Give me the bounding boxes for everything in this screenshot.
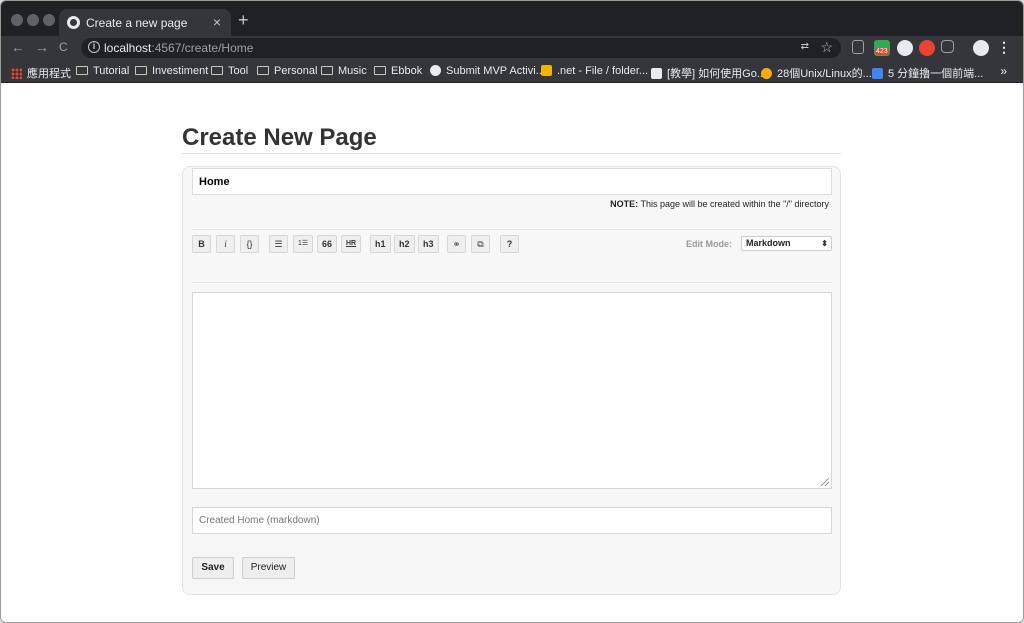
active-tab[interactable]: Create a new page × [59, 9, 231, 36]
site-icon [872, 68, 883, 79]
pocket-icon[interactable] [941, 40, 954, 53]
profile-avatar[interactable] [973, 40, 989, 56]
browser-toolbar: ← → C i localhost:4567/create/Home ⇄ ☆ 4… [1, 36, 1023, 60]
folder-icon [321, 66, 333, 75]
info-icon[interactable]: i [88, 41, 100, 53]
horizontal-rule-button[interactable]: HR [341, 235, 362, 253]
heading3-button[interactable]: h3 [418, 235, 439, 253]
bookmark-music[interactable]: Music [321, 65, 367, 77]
blockquote-button[interactable]: 66 [317, 235, 338, 253]
bookmark-label: 應用程式 [27, 68, 71, 80]
bookmark-label: Tutorial [93, 65, 130, 77]
create-page-form: NOTE: This page will be created within t… [182, 166, 841, 595]
page-title: Create New Page [182, 124, 377, 151]
ordered-list-button[interactable]: 1☰ [293, 235, 314, 253]
bookmark-submit-mvp[interactable]: Submit MVP Activi... [430, 65, 545, 77]
image-icon[interactable]: ⧉ [471, 235, 490, 253]
italic-button[interactable]: i [216, 235, 235, 253]
site-icon [651, 68, 662, 79]
site-icon [541, 65, 552, 76]
edit-mode-select[interactable]: Markdown ⬍ [741, 236, 832, 251]
preview-button[interactable]: Preview [242, 557, 295, 579]
extension-red-icon[interactable] [919, 40, 935, 56]
bookmark-apps[interactable]: 應用程式 [11, 65, 71, 81]
code-button[interactable]: {} [240, 235, 259, 253]
globe-icon [430, 65, 441, 76]
page-content: Create New Page NOTE: This page will be … [1, 84, 1023, 622]
bookmark-label: 28個Unix/Linux的... [777, 68, 872, 80]
folder-icon [374, 66, 386, 75]
bookmark-label: 5 分鐘擼一個前端... [888, 68, 984, 80]
page-title-input[interactable] [192, 168, 832, 195]
bookmark-label: Submit MVP Activi... [446, 65, 545, 77]
bookmark-label: Personal [274, 65, 318, 77]
window-zoom-control[interactable] [43, 14, 55, 26]
bookmark-investiment[interactable]: Investiment [135, 65, 208, 77]
bookmark-frontend[interactable]: 5 分鐘擼一個前端... [872, 65, 983, 81]
bookmark-label: .net - File / folder... [557, 65, 649, 77]
bold-button[interactable]: B [192, 235, 211, 253]
save-button[interactable]: Save [192, 557, 234, 579]
link-icon[interactable]: ⚭ [447, 235, 466, 253]
translate-icon[interactable]: ⇄ [801, 41, 809, 52]
window-minimize-control[interactable] [27, 14, 39, 26]
bookmark-go-tutorial[interactable]: [教學] 如何使用Go... [651, 65, 766, 81]
commit-message-input[interactable] [192, 507, 832, 534]
browser-window: Create a new page × + ← → C i localhost:… [0, 0, 1024, 623]
bookmark-personal[interactable]: Personal [257, 65, 317, 77]
note-text: This page will be created within the "/"… [638, 199, 830, 209]
tab-close-icon[interactable]: × [213, 14, 221, 30]
edit-mode-label: Edit Mode: [686, 239, 732, 249]
bookmark-star-icon[interactable]: ☆ [820, 39, 833, 56]
folder-icon [211, 66, 223, 75]
heading-divider [182, 153, 841, 154]
bookmark-label: Investiment [152, 65, 209, 77]
heading1-button[interactable]: h1 [370, 235, 391, 253]
bookmark-label: [教學] 如何使用Go... [667, 68, 767, 80]
url-host: localhost [104, 41, 152, 55]
tab-title: Create a new page [86, 16, 188, 30]
url-text: localhost:4567/create/Home [104, 41, 253, 55]
globe-icon [67, 16, 80, 29]
extension-badge-count: 423 [875, 48, 889, 55]
toolbar-divider-top [192, 229, 832, 230]
bookmarks-bar: 應用程式 Tutorial Investiment Tool Personal … [1, 60, 1023, 83]
bookmark-unix-linux[interactable]: 28個Unix/Linux的... [761, 65, 872, 81]
bookmark-tutorial[interactable]: Tutorial [76, 65, 129, 77]
content-textarea[interactable] [192, 292, 832, 489]
apps-grid-icon [11, 68, 22, 79]
extension-cloud-icon[interactable] [897, 40, 913, 56]
address-bar[interactable]: i localhost:4567/create/Home ⇄ ☆ [81, 38, 841, 58]
reload-button[interactable]: C [59, 40, 68, 54]
resize-grip-icon[interactable] [821, 478, 829, 486]
note-label: NOTE: [610, 199, 639, 209]
directory-note: NOTE: This page will be created within t… [610, 199, 829, 209]
bookmark-label: Ebbok [391, 65, 423, 77]
toolbar-divider-bottom [192, 282, 832, 283]
bookmark-tool[interactable]: Tool [211, 65, 248, 77]
window-close-control[interactable] [11, 14, 23, 26]
tab-strip: Create a new page × + [1, 1, 1023, 36]
extension-copy-icon[interactable] [852, 40, 864, 54]
unordered-list-button[interactable]: ☰ [269, 235, 288, 253]
heading2-button[interactable]: h2 [394, 235, 415, 253]
bookmark-net-file[interactable]: .net - File / folder... [541, 65, 648, 77]
forward-button[interactable]: → [35, 39, 49, 55]
edit-mode-value: Markdown [746, 238, 791, 248]
browser-menu-icon[interactable]: ⋮ [997, 39, 1011, 56]
folder-icon [76, 66, 88, 75]
bookmark-ebbok[interactable]: Ebbok [374, 65, 422, 77]
help-button[interactable]: ? [500, 235, 519, 253]
extension-badge-icon[interactable]: 423 [874, 40, 890, 56]
bookmarks-overflow-button[interactable]: » [1000, 64, 1007, 78]
site-icon [761, 68, 772, 79]
folder-icon [135, 66, 147, 75]
select-caret-icon: ⬍ [821, 239, 828, 248]
bookmark-label: Tool [228, 65, 249, 77]
bookmark-label: Music [338, 65, 367, 77]
folder-icon [257, 66, 269, 75]
back-button[interactable]: ← [11, 39, 25, 55]
url-path: :4567/create/Home [151, 41, 254, 55]
new-tab-button[interactable]: + [238, 10, 249, 31]
